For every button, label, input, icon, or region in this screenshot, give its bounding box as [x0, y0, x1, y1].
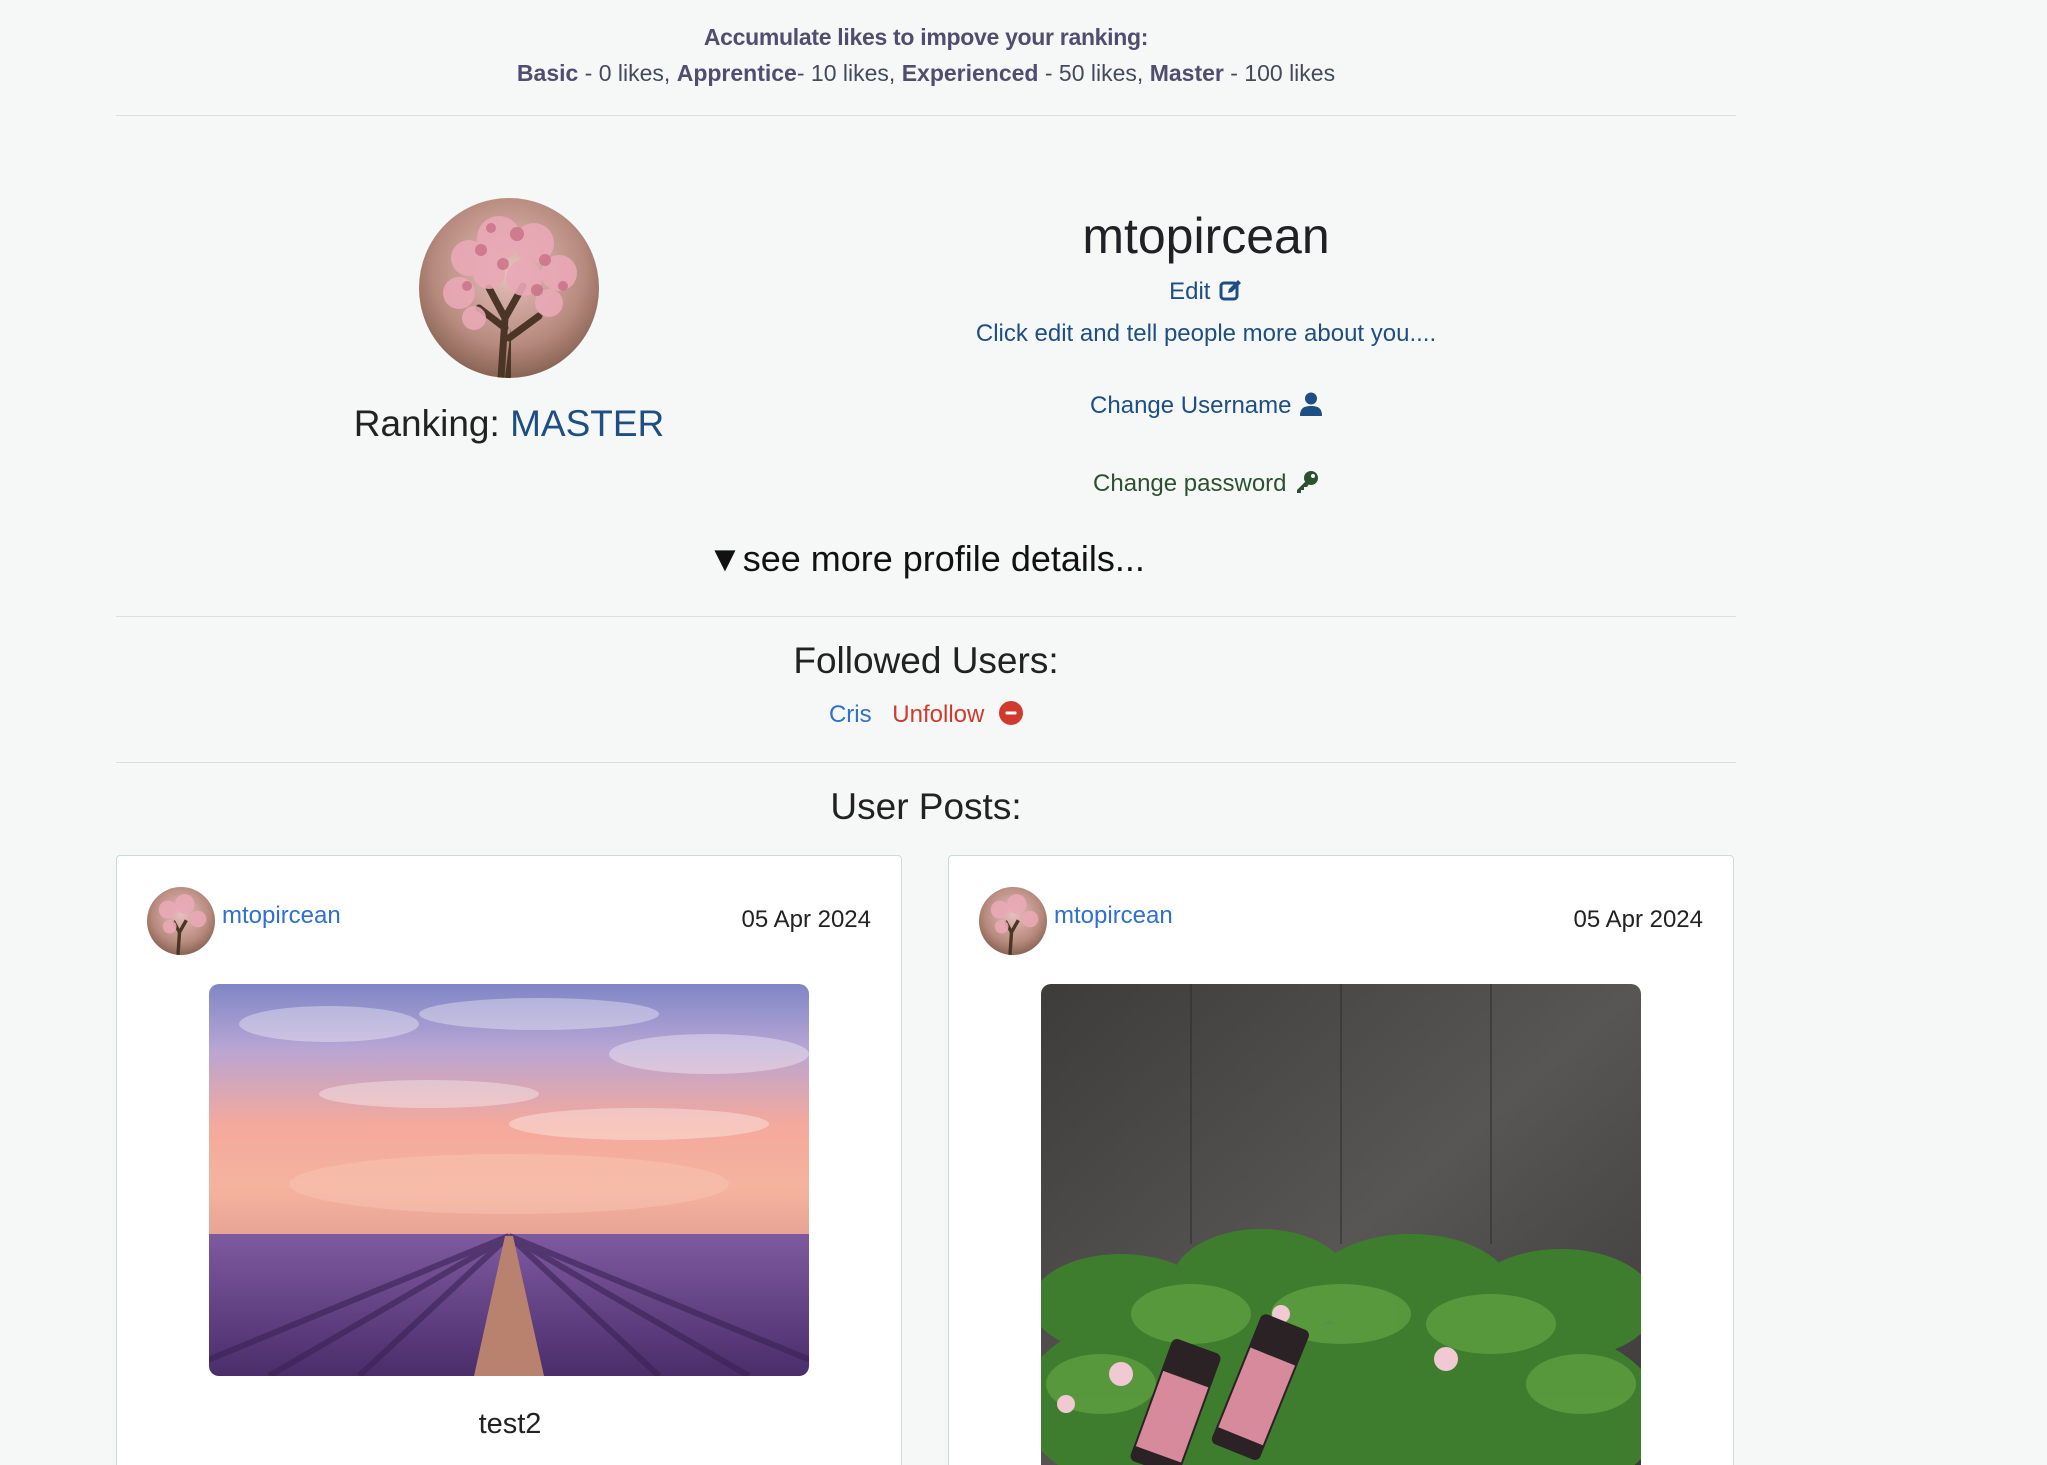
post-image[interactable]: [1041, 984, 1641, 1465]
level-threshold: - 100 likes: [1223, 60, 1336, 86]
change-username-link[interactable]: Change Username: [676, 388, 1736, 430]
divider: [116, 762, 1736, 763]
change-username-label: Change Username: [1090, 392, 1292, 419]
post-author-link[interactable]: mtopircean: [1054, 902, 1173, 930]
edit-icon: [1219, 278, 1243, 316]
divider: [116, 616, 1736, 617]
profile-avatar: [419, 198, 599, 378]
post-caption: test2: [478, 1408, 542, 1440]
profile-page: Accumulate likes to impove your ranking:…: [0, 0, 2047, 1465]
user-icon: [1299, 392, 1322, 430]
key-icon: [1295, 470, 1319, 508]
post-image[interactable]: [209, 984, 809, 1376]
author-avatar: [147, 887, 215, 955]
post-date: 05 Apr 2024: [1573, 906, 1703, 933]
unfollow-label: Unfollow: [892, 701, 985, 728]
post-author-link[interactable]: mtopircean: [222, 902, 341, 930]
ranking-levels: Basic - 0 likes, Apprentice- 10 likes, E…: [116, 55, 1736, 91]
level-name: Experienced: [901, 60, 1039, 86]
edit-profile-link[interactable]: Edit: [676, 274, 1736, 316]
followed-user-link[interactable]: Cris: [829, 701, 872, 728]
level-name: Master: [1149, 60, 1224, 86]
post-card[interactable]: mtopircean 05 Apr 2024: [116, 855, 902, 1465]
unfollow-button[interactable]: Unfollow: [892, 701, 1024, 728]
ranking-info-title: Accumulate likes to impove your ranking:: [703, 24, 1149, 50]
profile-about: Click edit and tell people more about yo…: [975, 320, 1437, 347]
change-password-label: Change password: [1093, 470, 1287, 497]
minus-circle-icon: [999, 701, 1024, 732]
profile-username: mtopircean: [1082, 208, 1330, 264]
level-threshold: - 10 likes,: [796, 60, 902, 86]
see-more-profile-toggle[interactable]: ▼see more profile details...: [116, 538, 1736, 580]
ranking-info: Accumulate likes to impove your ranking:…: [116, 0, 1736, 91]
edit-label: Edit: [1169, 278, 1211, 305]
level-threshold: - 50 likes,: [1038, 60, 1150, 86]
post-date: 05 Apr 2024: [741, 906, 871, 933]
ranking-label: Ranking:: [353, 403, 511, 444]
main-container: Accumulate likes to impove your ranking:…: [116, 0, 1736, 1465]
followed-user-item: Cris Unfollow: [116, 701, 1736, 732]
user-posts-title: User Posts:: [830, 786, 1022, 827]
divider: [116, 115, 1736, 116]
change-password-link[interactable]: Change password: [676, 466, 1736, 508]
ranking-value: MASTER: [510, 403, 665, 444]
level-threshold: - 0 likes,: [578, 60, 677, 86]
level-name: Basic: [516, 60, 579, 86]
author-avatar: [979, 887, 1047, 955]
followed-users-title: Followed Users:: [793, 640, 1059, 681]
level-name: Apprentice: [676, 60, 797, 86]
profile-details: mtopircean Edit Click edit and tell peop…: [676, 200, 1736, 508]
post-card[interactable]: mtopircean 05 Apr 2024: [948, 855, 1734, 1465]
